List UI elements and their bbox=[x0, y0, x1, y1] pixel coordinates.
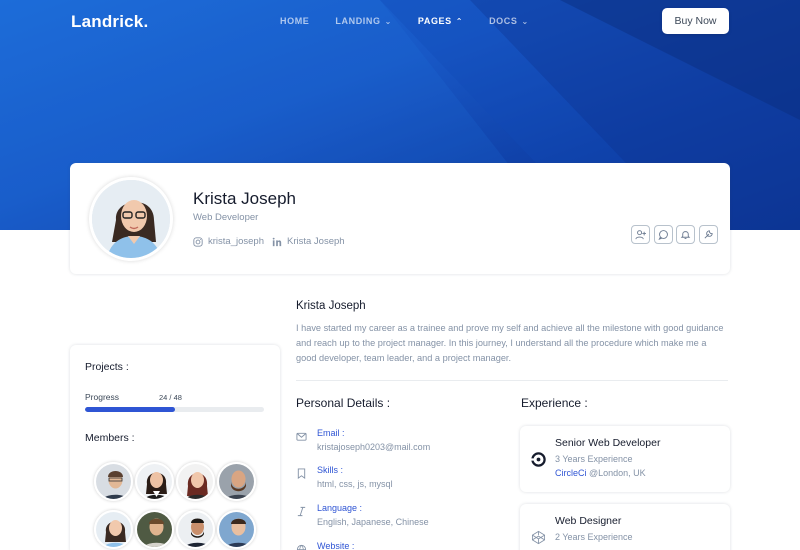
member-avatar[interactable] bbox=[217, 510, 256, 549]
member-photo bbox=[219, 512, 254, 547]
language-label: Language : bbox=[317, 503, 363, 513]
instagram-icon bbox=[193, 236, 203, 247]
member-photo bbox=[137, 512, 172, 547]
chevron-down-icon: ⌄ bbox=[521, 16, 529, 26]
user-plus-icon bbox=[635, 230, 646, 240]
sidebar-card: Projects : Progress 24 / 48 Members : bbox=[70, 345, 280, 550]
divider bbox=[296, 380, 728, 381]
member-photo bbox=[96, 464, 131, 499]
profile-social: krista_joseph Krista Joseph bbox=[193, 236, 345, 247]
codepen-logo-icon bbox=[531, 530, 546, 545]
projects-title: Projects : bbox=[85, 361, 129, 373]
skill-item[interactable]: mysql bbox=[369, 479, 393, 489]
members-title: Members : bbox=[85, 432, 135, 444]
member-photo bbox=[178, 512, 213, 547]
nav-item-home[interactable]: HOME bbox=[280, 16, 309, 26]
bookmark-icon bbox=[297, 468, 306, 479]
member-avatar[interactable] bbox=[135, 510, 174, 549]
skill-item[interactable]: html bbox=[317, 479, 334, 489]
bell-icon bbox=[680, 231, 691, 239]
skills-label: Skills : bbox=[317, 465, 344, 475]
nav-item-label: HOME bbox=[280, 16, 310, 26]
top-navbar: Landrick. HOME LANDING ⌄ PAGES ⌃ DOCS ⌄ Buy… bbox=[0, 0, 800, 42]
profile-name: Krista Joseph bbox=[193, 189, 296, 208]
member-avatar[interactable] bbox=[94, 462, 133, 501]
language-list: English, Japanese, Chinese bbox=[317, 517, 429, 527]
italic-icon bbox=[297, 506, 306, 517]
instagram-handle[interactable]: krista_joseph bbox=[208, 236, 264, 247]
company-link[interactable]: CircleCi bbox=[555, 468, 587, 478]
nav-item-landing[interactable]: LANDING ⌄ bbox=[335, 16, 392, 26]
experience-company: CircleCi @London, UK bbox=[555, 468, 646, 478]
company-location: @London, UK bbox=[589, 468, 646, 478]
email-value[interactable]: kristajoseph0203@mail.com bbox=[317, 442, 430, 452]
profile-actions bbox=[631, 225, 721, 244]
settings-button[interactable] bbox=[698, 225, 718, 244]
message-button[interactable] bbox=[653, 225, 673, 244]
progress-label: Progress bbox=[85, 392, 120, 402]
about-bio: I have started my career as a trainee an… bbox=[296, 323, 724, 363]
nav-item-label: DOCS bbox=[489, 16, 518, 26]
language-item[interactable]: English bbox=[317, 517, 347, 527]
profile-role: Web Developer bbox=[193, 212, 259, 223]
avatar bbox=[89, 177, 173, 261]
notification-button[interactable] bbox=[676, 225, 695, 244]
skills-list: html, css, js, mysql bbox=[317, 479, 393, 489]
chevron-up-icon: ⌃ bbox=[455, 16, 464, 26]
member-avatar[interactable] bbox=[135, 462, 174, 501]
email-label: Email : bbox=[317, 428, 345, 438]
member-avatar[interactable] bbox=[176, 462, 215, 501]
experience-title-text: Web Designer bbox=[555, 515, 622, 527]
member-photo bbox=[96, 512, 131, 547]
member-photo bbox=[219, 464, 254, 499]
tool-icon bbox=[704, 230, 713, 239]
experience-title: Experience : bbox=[521, 396, 588, 410]
experience-card[interactable]: Senior Web Developer 3 Years Experience … bbox=[520, 426, 730, 492]
experience-card[interactable]: Web Designer 2 Years Experience bbox=[520, 504, 730, 550]
member-avatar[interactable] bbox=[94, 510, 133, 549]
language-item[interactable]: Japanese bbox=[352, 517, 391, 527]
member-photo bbox=[137, 464, 172, 499]
message-icon bbox=[657, 230, 668, 240]
experience-title-text: Senior Web Developer bbox=[555, 437, 661, 449]
personal-details-title: Personal Details : bbox=[296, 396, 391, 410]
skill-item[interactable]: css bbox=[339, 479, 353, 489]
nav-item-pages[interactable]: PAGES ⌃ bbox=[418, 16, 463, 26]
experience-years: 3 Years Experience bbox=[555, 454, 633, 464]
progress-bar-fill bbox=[85, 407, 175, 412]
circleci-logo-icon bbox=[531, 452, 546, 467]
mail-icon bbox=[296, 432, 307, 441]
member-avatar[interactable] bbox=[217, 462, 256, 501]
buy-now-button[interactable]: Buy Now bbox=[662, 8, 729, 34]
nav-item-docs[interactable]: DOCS ⌄ bbox=[489, 16, 529, 26]
about-name: Krista Joseph bbox=[296, 300, 366, 312]
profile-card: Krista Joseph Web Developer krista_josep… bbox=[70, 163, 730, 274]
profile-photo bbox=[92, 180, 170, 258]
skill-item[interactable]: js bbox=[358, 479, 365, 489]
experience-years: 2 Years Experience bbox=[555, 532, 633, 542]
nav-item-label: LANDING bbox=[335, 16, 381, 26]
globe-icon bbox=[296, 544, 307, 550]
member-avatar[interactable] bbox=[176, 510, 215, 549]
linkedin-icon bbox=[272, 237, 282, 246]
main-menu: HOME LANDING ⌄ PAGES ⌃ DOCS ⌄ bbox=[280, 16, 555, 26]
linkedin-handle[interactable]: Krista Joseph bbox=[287, 236, 345, 247]
progress-value: 24 / 48 bbox=[159, 393, 182, 402]
progress-bar bbox=[85, 407, 264, 412]
brand-logo[interactable]: Landrick. bbox=[71, 12, 148, 32]
language-item[interactable]: Chinese bbox=[396, 517, 429, 527]
website-label: Website : bbox=[317, 541, 355, 550]
chevron-down-icon: ⌄ bbox=[384, 16, 392, 26]
nav-item-label: PAGES bbox=[417, 16, 452, 26]
member-photo bbox=[178, 464, 213, 499]
add-friend-button[interactable] bbox=[631, 225, 650, 244]
